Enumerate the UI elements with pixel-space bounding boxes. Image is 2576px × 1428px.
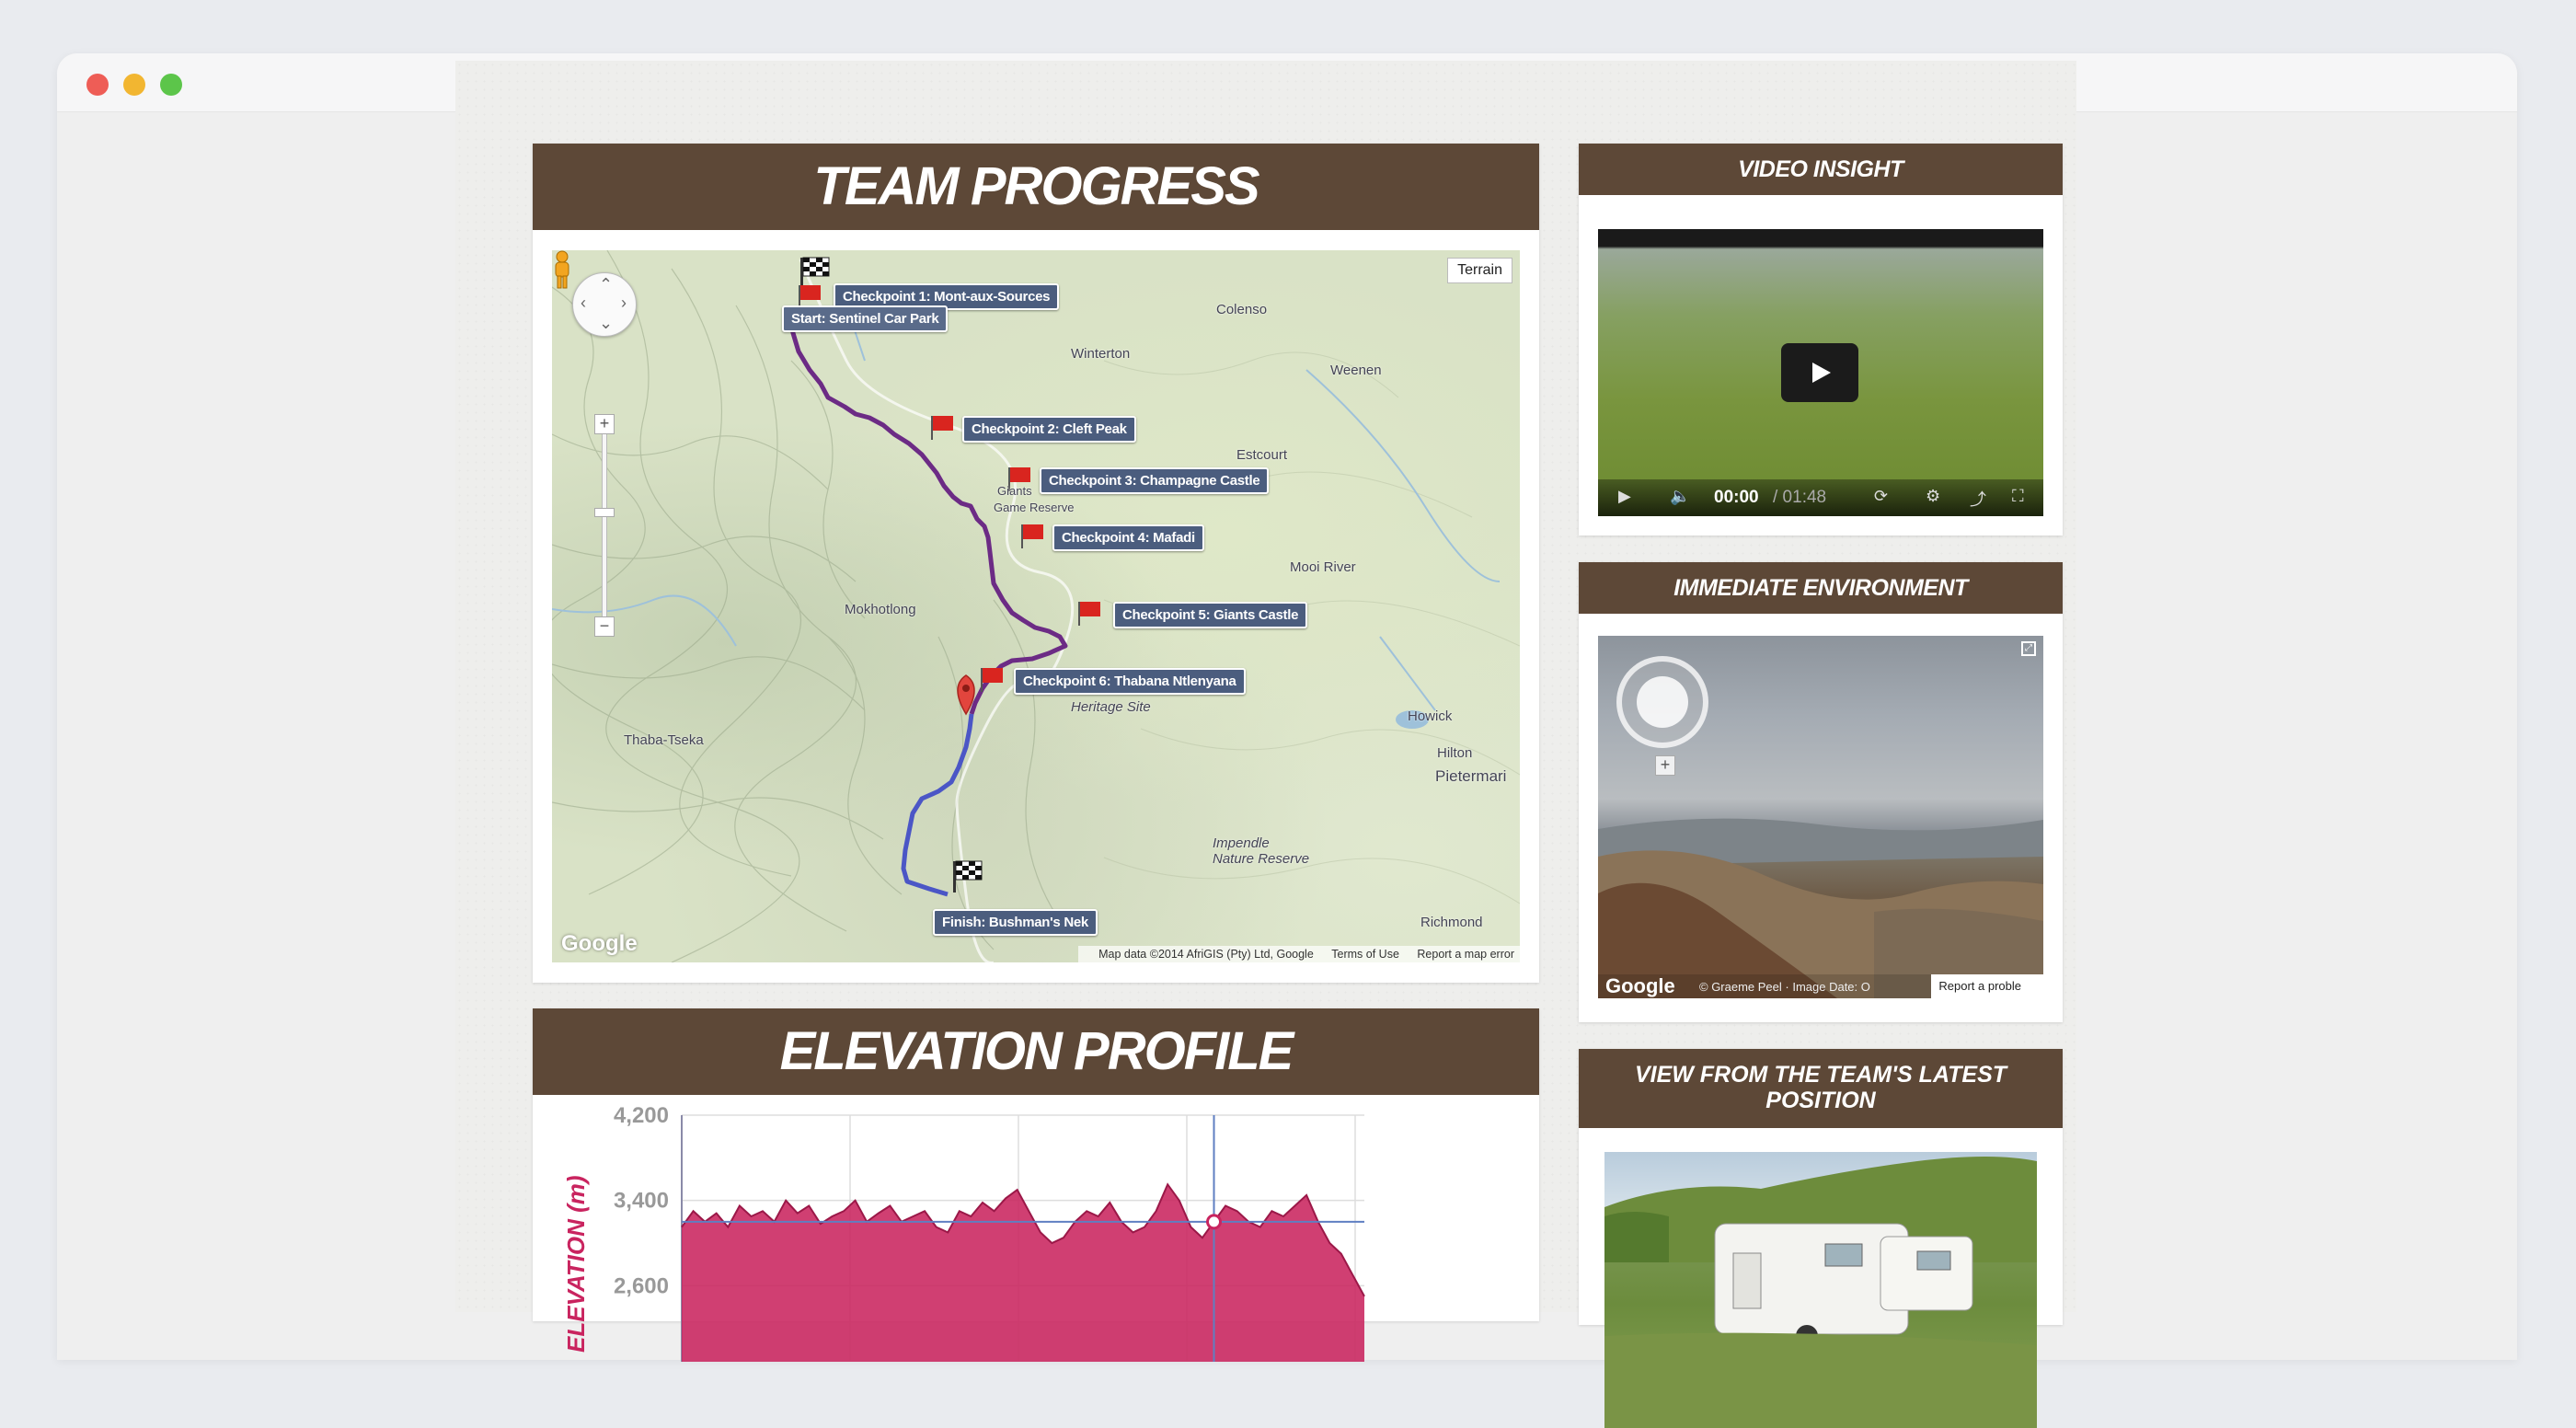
map-attribution: Map data ©2014 AfriGIS (Pty) Ltd, Google… <box>1078 946 1520 962</box>
y-tick-label: 2,600 <box>614 1273 669 1298</box>
map-place-label: Weenen <box>1330 363 1382 378</box>
map-place-label: Howick <box>1408 708 1453 724</box>
minimize-window-button[interactable] <box>123 74 145 96</box>
map-place-label: Mooi River <box>1290 559 1356 575</box>
checkpoint-label[interactable]: Checkpoint 2: Cleft Peak <box>962 416 1136 443</box>
elevation-chart[interactable]: ELEVATION (m) 4,200 3,400 2,600 <box>533 1095 1539 1362</box>
report-map-error-link[interactable]: Report a map error <box>1417 948 1514 961</box>
pan-down-icon[interactable]: ⌄ <box>599 314 613 333</box>
street-view-zoom-in-button[interactable]: + <box>1655 755 1675 776</box>
expand-icon[interactable]: ⤢ <box>2021 641 2036 656</box>
speed-icon[interactable]: ⟳ <box>1874 487 1888 506</box>
close-window-button[interactable] <box>86 74 109 96</box>
share-icon[interactable]: ⤴ <box>1970 487 1986 511</box>
immediate-environment-title: IMMEDIATE ENVIRONMENT <box>1579 562 2063 614</box>
zoom-in-button[interactable]: + <box>594 414 615 434</box>
map-data-text: Map data ©2014 AfriGIS (Pty) Ltd, Google <box>1098 948 1314 961</box>
video-controls: ▶ 🔈 00:00 / 01:48 ⟳ ⚙ ⤴ ⛶ <box>1598 479 2043 516</box>
pan-up-icon[interactable]: ⌃ <box>599 275 613 294</box>
play-button[interactable] <box>1781 343 1858 402</box>
latest-position-panel: VIEW FROM THE TEAM'S LATEST POSITION <box>1579 1049 2063 1428</box>
street-view-footer: Google © Graeme Peel · Image Date: O Rep… <box>1598 974 2043 998</box>
elevation-area[interactable] <box>682 1184 1364 1362</box>
page-content: TEAM PROGRESS Terrain ⌃ ⌄ ‹ › + − Checkp… <box>455 61 2076 1428</box>
map-place-label: Estcourt <box>1236 447 1288 463</box>
map-place-label: Pietermari <box>1435 767 1507 785</box>
map-place-label: Colenso <box>1216 302 1268 317</box>
map-place-label: Richmond <box>1420 915 1483 930</box>
map-place-label: Impendle Nature Reserve <box>1213 835 1310 867</box>
checkpoint-label[interactable]: Checkpoint 5: Giants Castle <box>1113 602 1308 628</box>
pan-left-icon[interactable]: ‹ <box>581 294 586 313</box>
checkpoint-label[interactable]: Checkpoint 6: Thabana Ntlenyana <box>1014 668 1246 695</box>
latest-position-photo[interactable] <box>1604 1152 2037 1428</box>
y-axis-label: ELEVATION (m) <box>562 1175 590 1353</box>
maximize-window-button[interactable] <box>160 74 182 96</box>
map-place-label: Giants <box>997 484 1032 498</box>
map-place-label: Winterton <box>1071 346 1131 362</box>
street-view[interactable]: + ⤢ Google © Graeme Peel · Image Date: O… <box>1598 636 2043 998</box>
video-insight-panel: VIDEO INSIGHT ▶ 🔈 00:00 / 01:48 ⟳ ⚙ ⤴ ⛶ <box>1579 144 2063 536</box>
start-label[interactable]: Start: Sentinel Car Park <box>782 305 949 332</box>
street-view-pan-control[interactable] <box>1637 676 1688 728</box>
map-type-terrain-button[interactable]: Terrain <box>1447 258 1512 283</box>
elevation-profile-title: ELEVATION PROFILE <box>533 1008 1539 1095</box>
route-map[interactable]: Terrain ⌃ ⌄ ‹ › + − Checkpoint 1: Mont-a… <box>552 250 1520 962</box>
terms-of-use-link[interactable]: Terms of Use <box>1331 948 1399 961</box>
map-place-label: Heritage Site <box>1071 699 1151 715</box>
map-place-label: Mokhotlong <box>845 602 916 617</box>
finish-label[interactable]: Finish: Bushman's Nek <box>933 909 1098 936</box>
team-progress-title: TEAM PROGRESS <box>533 144 1539 230</box>
caravan-photo-scene <box>1604 1157 2037 1428</box>
checkpoint-label[interactable]: Checkpoint 4: Mafadi <box>1052 524 1204 551</box>
video-player[interactable]: ▶ 🔈 00:00 / 01:48 ⟳ ⚙ ⤴ ⛶ <box>1598 229 2043 516</box>
map-place-label: Game Reserve <box>994 501 1075 514</box>
street-view-attribution: © Graeme Peel · Image Date: O <box>1699 980 1870 994</box>
zoom-slider-handle[interactable] <box>594 508 615 517</box>
map-terrain <box>552 250 1520 962</box>
checkpoint-label[interactable]: Checkpoint 3: Champagne Castle <box>1040 467 1270 494</box>
street-view-compass[interactable] <box>1616 656 1708 748</box>
immediate-environment-panel: IMMEDIATE ENVIRONMENT + ⤢ Google © Graem… <box>1579 562 2063 1022</box>
fullscreen-icon[interactable]: ⛶ <box>2012 487 2024 506</box>
google-logo: Google <box>1605 974 1675 997</box>
pegman-icon[interactable] <box>552 250 572 289</box>
settings-gear-icon[interactable]: ⚙ <box>1926 487 1940 506</box>
y-tick-label: 3,400 <box>614 1189 669 1214</box>
map-pan-control[interactable]: ⌃ ⌄ ‹ › <box>572 272 637 337</box>
elevation-profile-panel: ELEVATION PROFILE ELEVATION (m) 4,200 3,4… <box>533 1008 1539 1362</box>
map-place-label: Thaba-Tseka <box>624 732 704 748</box>
team-progress-panel: TEAM PROGRESS Terrain ⌃ ⌄ ‹ › + − Checkp… <box>533 144 1539 983</box>
zoom-out-button[interactable]: − <box>594 616 615 637</box>
google-logo: Google <box>561 931 638 956</box>
video-total-time: / 01:48 <box>1773 488 1827 507</box>
y-tick-label: 4,200 <box>614 1103 669 1128</box>
report-problem-link[interactable]: Report a proble <box>1931 974 2043 998</box>
zoom-slider-track[interactable] <box>602 423 607 622</box>
video-insight-title: VIDEO INSIGHT <box>1579 144 2063 195</box>
map-place-label: Hilton <box>1437 745 1473 761</box>
volume-icon[interactable]: 🔈 <box>1670 487 1690 506</box>
latest-position-title: VIEW FROM THE TEAM'S LATEST POSITION <box>1579 1049 2063 1128</box>
current-position-marker[interactable] <box>1206 1214 1223 1230</box>
video-current-time: 00:00 <box>1714 488 1759 507</box>
pan-right-icon[interactable]: › <box>621 294 627 313</box>
play-icon[interactable]: ▶ <box>1618 487 1631 506</box>
